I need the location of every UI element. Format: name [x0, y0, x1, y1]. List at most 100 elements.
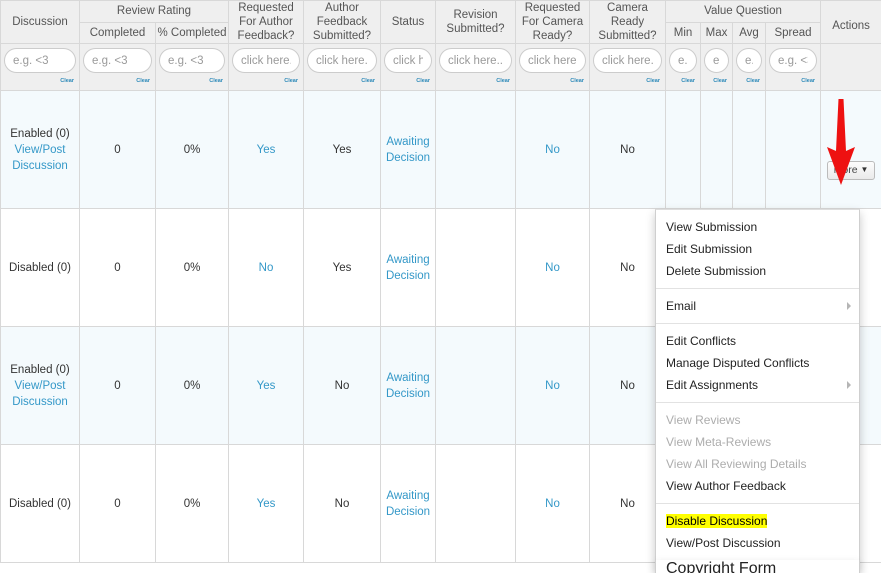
- col-header-avg[interactable]: Avg: [732, 21, 766, 44]
- menu-item-label: Email: [666, 299, 697, 313]
- filter-input-min[interactable]: [669, 48, 697, 73]
- menu-item-delete-submission[interactable]: Delete Submission: [656, 260, 859, 282]
- requested-camera-ready-link[interactable]: No: [545, 380, 560, 392]
- requested-author-feedback-link[interactable]: No: [259, 262, 274, 274]
- menu-separator: [656, 402, 859, 403]
- clear-filter-status[interactable]: Clear: [384, 74, 432, 88]
- filter-input-author-feedback-submitted[interactable]: [307, 48, 377, 73]
- actions-dropdown-menu: View Submission Edit Submission Delete S…: [655, 209, 860, 566]
- menu-item-edit-conflicts[interactable]: Edit Conflicts: [656, 330, 859, 352]
- menu-separator: [656, 323, 859, 324]
- menu-item-view-reviews: View Reviews: [656, 409, 859, 431]
- cell-max: [700, 90, 733, 209]
- cell-pct-completed: 0%: [155, 90, 229, 209]
- filter-row: Clear Clear Clear Clear Clear: [0, 43, 881, 91]
- col-header-completed[interactable]: Completed: [79, 21, 156, 44]
- filter-cell-pct-completed: Clear: [155, 43, 229, 91]
- clear-filter-requested-camera-ready[interactable]: Clear: [519, 74, 586, 88]
- col-header-revision-submitted[interactable]: Revision Submitted?: [435, 0, 516, 44]
- cell-author-feedback-submitted: No: [303, 444, 381, 563]
- col-header-author-feedback-submitted[interactable]: Author Feedback Submitted?: [303, 0, 381, 44]
- status-link[interactable]: Awaiting Decision: [386, 136, 430, 164]
- menu-item-edit-submission[interactable]: Edit Submission: [656, 238, 859, 260]
- discussion-state: Enabled (0): [10, 127, 70, 140]
- filter-input-status[interactable]: [384, 48, 432, 73]
- filter-cell-min: Clear: [665, 43, 701, 91]
- cell-actions: More ▼: [820, 90, 881, 209]
- menu-item-label: Delete Submission: [666, 264, 767, 278]
- clear-filter-max[interactable]: Clear: [704, 74, 729, 88]
- filter-input-avg[interactable]: [736, 48, 762, 73]
- requested-camera-ready-link[interactable]: No: [545, 262, 560, 274]
- filter-cell-revision-submitted: Clear: [435, 43, 516, 91]
- view-post-discussion-link[interactable]: View/Post Discussion: [12, 144, 68, 172]
- filter-input-requested-camera-ready[interactable]: [519, 48, 586, 73]
- menu-item-disable-discussion[interactable]: Disable Discussion: [656, 510, 859, 532]
- menu-item-label: View Reviews: [666, 413, 741, 427]
- filter-input-discussion[interactable]: [4, 48, 76, 73]
- filter-input-completed[interactable]: [83, 48, 152, 73]
- cell-revision-submitted: [435, 326, 516, 445]
- filter-input-max[interactable]: [704, 48, 729, 73]
- col-header-max[interactable]: Max: [700, 21, 733, 44]
- menu-item-edit-assignments[interactable]: Edit Assignments: [656, 374, 859, 396]
- cell-revision-submitted: [435, 90, 516, 209]
- filter-input-camera-ready-submitted[interactable]: [593, 48, 662, 73]
- cell-discussion: Disabled (0): [0, 444, 80, 563]
- menu-item-copyright-form[interactable]: Copyright Form: [656, 560, 859, 573]
- clear-filter-avg[interactable]: Clear: [736, 74, 762, 88]
- more-button[interactable]: More ▼: [826, 160, 876, 181]
- menu-item-email[interactable]: Email: [656, 295, 859, 317]
- cell-requested-author-feedback: Yes: [228, 444, 304, 563]
- col-header-requested-camera-ready[interactable]: Requested For Camera Ready?: [515, 0, 590, 44]
- clear-filter-requested-author-feedback[interactable]: Clear: [232, 74, 300, 88]
- clear-filter-camera-ready-submitted[interactable]: Clear: [593, 74, 662, 88]
- menu-item-view-submission[interactable]: View Submission: [656, 216, 859, 238]
- clear-filter-discussion[interactable]: Clear: [4, 74, 76, 88]
- requested-camera-ready-link[interactable]: No: [545, 498, 560, 510]
- cell-author-feedback-submitted: Yes: [303, 90, 381, 209]
- requested-author-feedback-link[interactable]: Yes: [257, 380, 276, 392]
- clear-filter-pct-completed[interactable]: Clear: [159, 74, 225, 88]
- cell-min: [665, 90, 701, 209]
- requested-author-feedback-link[interactable]: Yes: [257, 144, 276, 156]
- filter-input-spread[interactable]: [769, 48, 818, 73]
- cell-requested-camera-ready: No: [515, 208, 590, 327]
- menu-item-label: Disable Discussion: [666, 514, 768, 528]
- col-header-min[interactable]: Min: [665, 21, 701, 44]
- menu-item-view-post-discussion[interactable]: View/Post Discussion: [656, 532, 859, 554]
- status-link[interactable]: Awaiting Decision: [386, 254, 430, 282]
- menu-item-label: Edit Submission: [666, 242, 753, 256]
- cell-status: Awaiting Decision: [380, 90, 436, 209]
- col-header-discussion[interactable]: Discussion: [0, 0, 80, 44]
- filter-cell-avg: Clear: [732, 43, 766, 91]
- clear-filter-min[interactable]: Clear: [669, 74, 697, 88]
- cell-camera-ready-submitted: No: [589, 90, 666, 209]
- menu-item-label: Copyright Form: [666, 560, 777, 573]
- clear-filter-completed[interactable]: Clear: [83, 74, 152, 88]
- col-header-spread[interactable]: Spread: [764, 21, 822, 44]
- status-link[interactable]: Awaiting Decision: [386, 372, 430, 400]
- view-post-discussion-link[interactable]: View/Post Discussion: [12, 380, 68, 408]
- col-header-pct-completed[interactable]: % Completed: [155, 21, 229, 44]
- col-header-status[interactable]: Status: [380, 0, 436, 44]
- clear-filter-spread[interactable]: Clear: [769, 74, 817, 88]
- table-row: Enabled (0) View/Post Discussion 0 0% Ye…: [0, 90, 881, 209]
- filter-input-pct-completed[interactable]: [159, 48, 225, 73]
- clear-filter-revision-submitted[interactable]: Clear: [439, 74, 512, 88]
- menu-item-view-all-reviewing-details: View All Reviewing Details: [656, 453, 859, 475]
- cell-status: Awaiting Decision: [380, 444, 436, 563]
- requested-author-feedback-link[interactable]: Yes: [257, 498, 276, 510]
- filter-input-requested-author-feedback[interactable]: [232, 48, 300, 73]
- filter-cell-actions: [820, 43, 881, 91]
- chevron-right-icon: [847, 302, 851, 310]
- clear-filter-author-feedback-submitted[interactable]: Clear: [307, 74, 377, 88]
- status-link[interactable]: Awaiting Decision: [386, 490, 430, 518]
- requested-camera-ready-link[interactable]: No: [545, 144, 560, 156]
- filter-input-revision-submitted[interactable]: [439, 48, 512, 73]
- col-header-camera-ready-submitted[interactable]: Camera Ready Submitted?: [589, 0, 666, 44]
- menu-item-view-author-feedback[interactable]: View Author Feedback: [656, 475, 859, 497]
- menu-item-manage-disputed-conflicts[interactable]: Manage Disputed Conflicts: [656, 352, 859, 374]
- cell-requested-camera-ready: No: [515, 444, 590, 563]
- col-header-requested-author-feedback[interactable]: Requested For Author Feedback?: [228, 0, 304, 44]
